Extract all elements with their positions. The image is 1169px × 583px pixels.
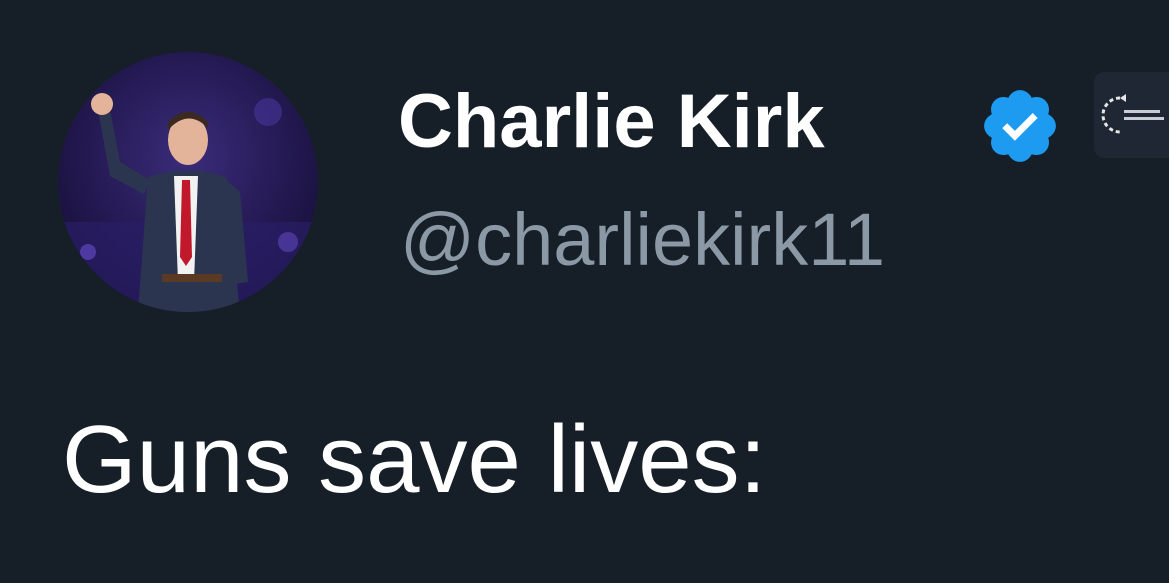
tweet-text: Guns save lives: <box>62 406 767 513</box>
verified-badge-icon <box>978 84 1062 168</box>
tweet-card: Charlie Kirk @charliekirk11 Guns save li… <box>0 0 1169 583</box>
affiliate-logo-icon[interactable] <box>1094 72 1169 158</box>
avatar-image <box>58 52 318 312</box>
user-handle[interactable]: @charliekirk11 <box>400 192 885 288</box>
avatar[interactable] <box>58 52 318 312</box>
display-name[interactable]: Charlie Kirk <box>398 72 825 172</box>
